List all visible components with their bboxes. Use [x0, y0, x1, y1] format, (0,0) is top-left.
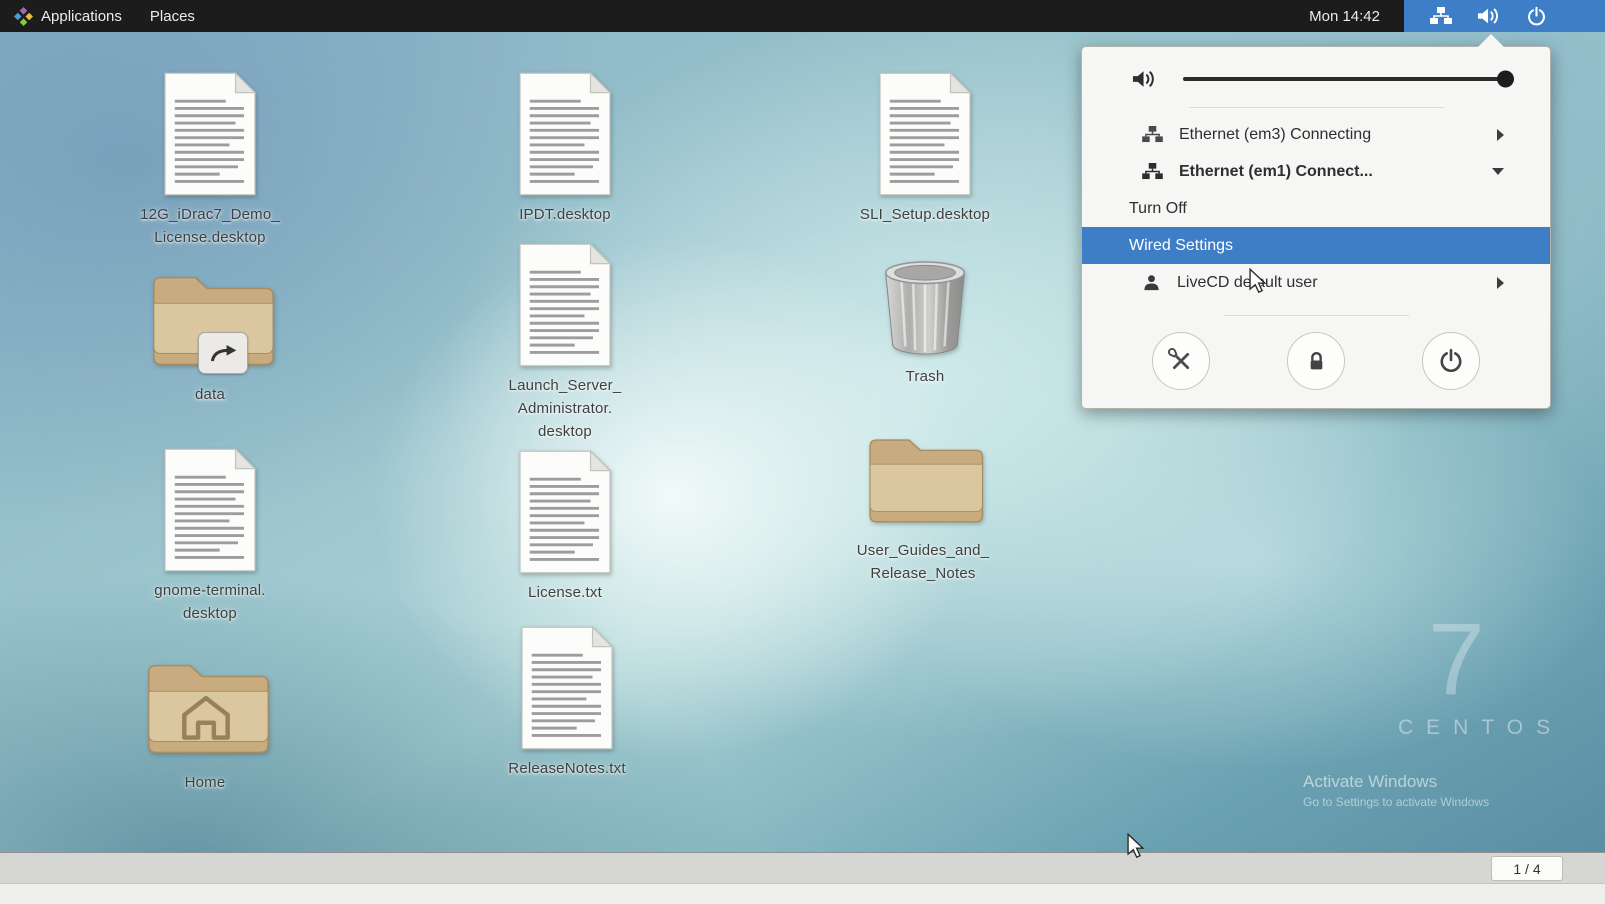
desktop-icon-12g-idrac7-demo-license[interactable]: 12G_iDrac7_Demo_ License.desktop — [105, 72, 315, 249]
menu-item-livecd-user[interactable]: LiveCD default user — [1082, 264, 1550, 301]
menu-divider — [1189, 107, 1444, 108]
desktop-icon-user-guides[interactable]: User_Guides_and_ Release_Notes — [818, 428, 1028, 585]
menu-item-wired-settings[interactable]: Wired Settings — [1082, 227, 1550, 264]
menu-item-label: Ethernet (em3) Connecting — [1179, 126, 1481, 144]
clock[interactable]: Mon 14:42 — [1303, 8, 1386, 25]
volume-icon — [1477, 6, 1501, 26]
activate-windows-text: Activate Windows — [1303, 772, 1437, 792]
applications-menu[interactable]: Applications — [0, 0, 136, 32]
desktop-icon-data[interactable]: data — [105, 264, 315, 406]
desktop-icon-label: Home — [185, 771, 226, 794]
activate-windows-subtext: Go to Settings to activate Windows — [1303, 795, 1489, 809]
desktop-icon-releasenotes-txt[interactable]: ReleaseNotes.txt — [462, 626, 672, 780]
desktop-icon-sli-setup[interactable]: SLI_Setup.desktop — [820, 72, 1030, 226]
desktop[interactable]: Applications Places Mon 14:42 12G_iDrac7… — [0, 0, 1605, 904]
page-indicator: 1 / 4 — [1491, 856, 1563, 881]
shortcut-emblem-icon — [198, 332, 248, 374]
bottom-taskbar — [0, 852, 1605, 884]
centos-brand-watermark: CENTOS — [1398, 716, 1563, 740]
menu-item-ethernet-em1[interactable]: Ethernet (em1) Connect... — [1082, 153, 1550, 190]
menu-item-ethernet-em3[interactable]: Ethernet (em3) Connecting — [1082, 116, 1550, 153]
network-icon — [1430, 7, 1452, 25]
lock-button[interactable] — [1287, 332, 1345, 390]
centos-version-watermark: 7 — [1428, 608, 1485, 710]
applications-label: Applications — [41, 8, 122, 25]
menu-divider — [1224, 315, 1409, 316]
volume-slider-fill — [1183, 77, 1506, 81]
desktop-icon-license-txt[interactable]: License.txt — [460, 450, 670, 604]
desktop-icon-label: SLI_Setup.desktop — [860, 203, 990, 226]
desktop-icon-trash[interactable]: Trash — [820, 260, 1030, 388]
system-tray[interactable] — [1404, 0, 1605, 32]
network-icon — [1142, 126, 1163, 143]
volume-slider[interactable] — [1183, 77, 1506, 81]
trash-icon — [879, 260, 971, 358]
desktop-icon-gnome-terminal[interactable]: gnome-terminal. desktop — [105, 448, 315, 625]
user-icon — [1142, 273, 1161, 292]
folder-icon — [862, 428, 984, 532]
desktop-icon-ipdt[interactable]: IPDT.desktop — [460, 72, 670, 226]
centos-logo-icon — [14, 7, 33, 26]
desktop-icon-label: IPDT.desktop — [519, 203, 611, 226]
menu-item-label: LiveCD default user — [1177, 274, 1481, 292]
desktop-icon-label: gnome-terminal. desktop — [154, 579, 265, 625]
bottom-subbar — [0, 883, 1605, 904]
power-icon — [1526, 6, 1547, 27]
chevron-right-icon — [1497, 129, 1504, 141]
settings-button[interactable] — [1152, 332, 1210, 390]
volume-row — [1082, 61, 1550, 99]
folder-icon — [146, 264, 274, 376]
document-icon — [515, 626, 619, 750]
desktop-icon-label: 12G_iDrac7_Demo_ License.desktop — [140, 203, 280, 249]
system-buttons-row — [1082, 332, 1550, 390]
power-icon — [1438, 348, 1464, 374]
desktop-icon-label: Trash — [906, 365, 945, 388]
desktop-icon-label: data — [195, 383, 225, 406]
top-bar: Applications Places Mon 14:42 — [0, 0, 1605, 32]
document-icon — [158, 72, 262, 196]
settings-icon — [1168, 348, 1194, 374]
desktop-icon-label: License.txt — [528, 581, 602, 604]
desktop-icon-launch-server-administrator[interactable]: Launch_Server_ Administrator. desktop — [460, 243, 670, 443]
power-button[interactable] — [1422, 332, 1480, 390]
lock-icon — [1304, 349, 1329, 374]
home-folder-icon — [141, 652, 269, 764]
popup-arrow — [1478, 34, 1504, 47]
chevron-down-icon — [1492, 168, 1504, 175]
places-label: Places — [150, 8, 195, 25]
desktop-icon-label: Launch_Server_ Administrator. desktop — [509, 374, 622, 443]
desktop-icon-label: User_Guides_and_ Release_Notes — [857, 539, 989, 585]
document-icon — [158, 448, 262, 572]
places-menu[interactable]: Places — [136, 0, 209, 32]
document-icon — [513, 450, 617, 574]
chevron-right-icon — [1497, 277, 1504, 289]
menu-item-label: Ethernet (em1) Connect... — [1179, 163, 1476, 181]
network-icon — [1142, 163, 1163, 180]
menu-item-turn-off[interactable]: Turn Off — [1082, 190, 1550, 227]
volume-slider-knob[interactable] — [1497, 71, 1514, 88]
volume-icon — [1132, 69, 1157, 89]
document-icon — [873, 72, 977, 196]
menu-item-label: Wired Settings — [1129, 237, 1504, 255]
desktop-icon-home[interactable]: Home — [100, 652, 310, 794]
desktop-icon-label: ReleaseNotes.txt — [508, 757, 625, 780]
document-icon — [513, 243, 617, 367]
document-icon — [513, 72, 617, 196]
system-menu-popup: Ethernet (em3) Connecting Ethernet (em1)… — [1081, 46, 1551, 409]
menu-item-label: Turn Off — [1129, 200, 1504, 218]
